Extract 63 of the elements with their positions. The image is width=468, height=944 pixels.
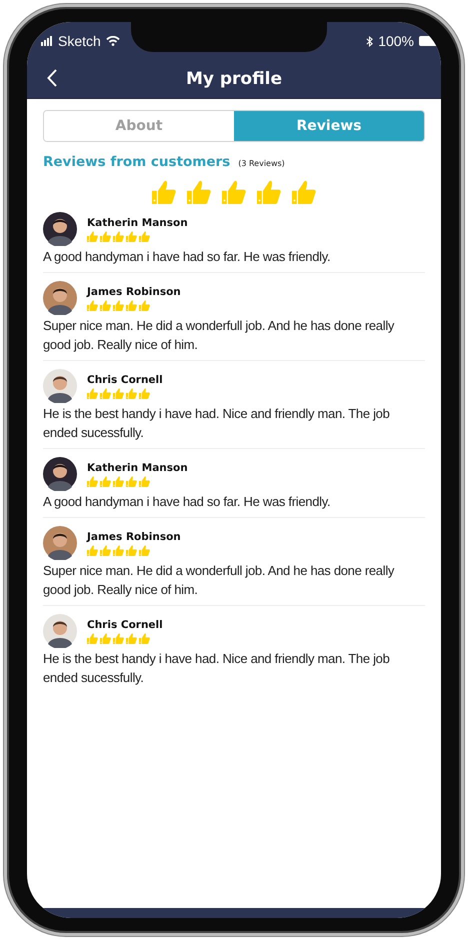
thumbs-up-icon: [222, 180, 246, 204]
section-title: Reviews from customers: [43, 154, 230, 170]
reviewer-name: James Robinson: [87, 286, 181, 298]
thumbs-up-icon: [152, 180, 176, 204]
thumbs-up-icon: [126, 230, 137, 242]
signal-icon: [41, 36, 53, 46]
reviewer-name: James Robinson: [87, 530, 181, 542]
thumbs-up-icon: [87, 632, 98, 644]
thumbs-up-icon: [100, 476, 111, 486]
avatar-icon: [43, 281, 77, 315]
review-text: Super nice man. He did a wonderfull job. And he has done really good job. Really nice of him.: [43, 562, 396, 599]
thumbs-up-icon: [100, 300, 111, 310]
screen-title: My profile: [186, 69, 282, 89]
thumbs-up-icon: [113, 544, 124, 556]
thumbs-up-icon: [87, 388, 98, 398]
thumbs-up-icon: [126, 476, 137, 486]
thumbs-up-icon: [139, 300, 150, 310]
thumbs-up-icon: [113, 300, 124, 310]
thumbs-up-icon: [100, 544, 111, 556]
thumbs-up-icon: [126, 544, 137, 556]
thumbs-up-icon: [100, 230, 111, 242]
thumbs-up-icon: [87, 544, 98, 556]
wifi-icon: [106, 36, 120, 46]
thumbs-up-icon: [139, 230, 150, 242]
thumbs-up-icon: [139, 544, 150, 556]
thumbs-up-icon: [113, 388, 124, 398]
avatar-icon: [43, 212, 77, 246]
thumbs-up-icon: [292, 180, 316, 204]
review-count: (3 Reviews): [238, 159, 285, 168]
bluetooth-icon: [366, 36, 374, 46]
reviewer-name: Katherin Manson: [87, 216, 188, 228]
thumbs-up-icon: [113, 230, 124, 242]
carrier-name: Sketch: [58, 33, 101, 49]
thumbs-up-icon: [126, 632, 137, 644]
thumbs-up-icon: [126, 388, 137, 398]
reviewer-name: Chris Cornell: [87, 374, 163, 386]
avatar-icon: [43, 614, 77, 648]
review-text: Super nice man. He did a wonderfull job. And he has done really good job. Really nice of him.: [43, 317, 396, 354]
thumbs-up-icon: [87, 476, 98, 486]
avatar-icon: [43, 526, 77, 560]
review-text: A good handyman i have had so far. He was friendly.: [43, 493, 332, 511]
thumbs-up-icon: [139, 632, 150, 644]
thumbs-up-icon: [139, 476, 150, 486]
thumbs-up-icon: [100, 632, 111, 644]
thumbs-up-icon: [87, 300, 98, 310]
thumbs-up-icon: [126, 300, 137, 310]
thumbs-up-icon: [139, 388, 150, 398]
review-text: He is the best handy i have had. Nice and friendly man. The job ended sucessfully.: [43, 405, 391, 442]
review-text: He is the best handy i have had. Nice and friendly man. The job ended sucessfully.: [43, 650, 391, 687]
thumbs-up-icon: [113, 632, 124, 644]
thumbs-up-icon: [257, 180, 281, 204]
avatar-icon: [43, 369, 77, 403]
thumbs-up-icon: [100, 388, 111, 398]
thumbs-up-icon: [187, 180, 211, 204]
tab[interactable]: Reviews: [234, 111, 424, 141]
reviewer-name: Katherin Manson: [87, 462, 188, 474]
battery-percent: 100%: [378, 33, 414, 49]
reviewer-name: Chris Cornell: [87, 618, 163, 630]
thumbs-up-icon: [113, 476, 124, 486]
back-icon[interactable]: [47, 69, 57, 87]
avatar-icon: [43, 457, 77, 491]
review-text: A good handyman i have had so far. He was friendly.: [43, 248, 332, 266]
thumbs-up-icon: [87, 230, 98, 242]
